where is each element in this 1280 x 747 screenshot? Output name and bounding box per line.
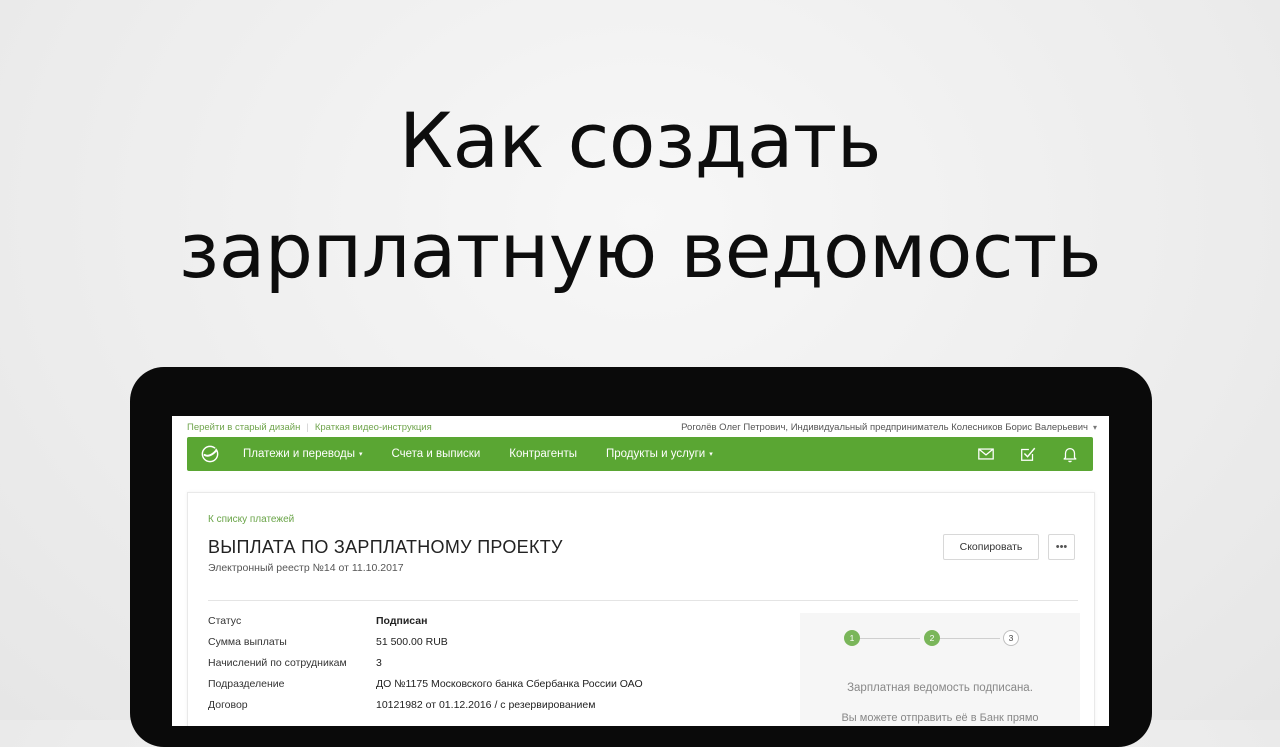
user-name: Роголёв Олег Петрович, Индивидуальный пр… — [681, 421, 1088, 433]
laptop-screen: Перейти в старый дизайн | Краткая видео-… — [172, 416, 1109, 726]
nav-payments[interactable]: Платежи и переводы ▾ — [243, 448, 362, 460]
video-instruction-link[interactable]: Краткая видео-инструкция — [315, 422, 432, 433]
accruals-value: 3 — [376, 657, 382, 669]
detail-row-contract: Договор 10121982 от 01.12.2016 / с резер… — [208, 699, 643, 720]
detail-label: Сумма выплаты — [208, 636, 287, 648]
chevron-down-icon: ▾ — [358, 451, 363, 458]
more-options-button[interactable]: ••• — [1048, 534, 1075, 560]
bell-icon[interactable] — [1061, 445, 1079, 463]
steps-message-more: Вы можете отправить её в Банк прямо — [841, 712, 1039, 724]
detail-label: Подразделение — [208, 678, 285, 690]
detail-label: Начислений по сотрудникам — [208, 657, 347, 669]
steps-card: 1 2 3 Зарплатная ведомость подписана. Вы… — [800, 613, 1080, 726]
top-bar: Перейти в старый дизайн | Краткая видео-… — [187, 419, 1097, 435]
nav-accounts-label: Счета и выписки — [391, 448, 481, 460]
step-2-indicator: 2 — [924, 630, 940, 646]
nav-counterparties-label: Контрагенты — [509, 448, 577, 460]
steps-message: Зарплатная ведомость подписана. — [847, 682, 1033, 694]
back-to-payments-link[interactable]: К списку платежей — [208, 514, 294, 525]
step-connector — [858, 638, 920, 639]
headline: Как создать зарплатную ведомость — [0, 86, 1280, 306]
step-1-indicator: 1 — [844, 630, 860, 646]
mail-icon[interactable] — [977, 445, 995, 463]
payment-panel: К списку платежей ВЫПЛАТА ПО ЗАРПЛАТНОМУ… — [187, 492, 1095, 726]
contract-value: 10121982 от 01.12.2016 / с резервировани… — [376, 699, 596, 711]
page-subtitle: Электронный реестр №14 от 11.10.2017 — [208, 562, 404, 574]
bank-logo-icon[interactable] — [201, 445, 219, 463]
main-navbar: Платежи и переводы ▾ Счета и выписки Кон… — [187, 437, 1093, 471]
nav-products-label: Продукты и услуги — [605, 448, 706, 460]
step-connector — [938, 638, 1000, 639]
detail-row-division: Подразделение ДО №1175 Московского банка… — [208, 678, 643, 699]
status-value: Подписан — [376, 615, 428, 627]
copy-button[interactable]: Скопировать — [943, 534, 1039, 560]
nav-counterparties[interactable]: Контрагенты — [509, 448, 577, 460]
nav-accounts[interactable]: Счета и выписки — [391, 448, 480, 460]
nav-icons — [977, 445, 1079, 463]
divider — [208, 600, 1078, 601]
detail-row-status: Статус Подписан — [208, 615, 643, 636]
nav-payments-label: Платежи и переводы — [243, 448, 355, 460]
old-design-link[interactable]: Перейти в старый дизайн — [187, 422, 300, 433]
detail-row-amount: Сумма выплаты 51 500.00 RUB — [208, 636, 643, 657]
page-title: ВЫПЛАТА ПО ЗАРПЛАТНОМУ ПРОЕКТУ — [208, 537, 563, 557]
step-3-indicator: 3 — [1003, 630, 1019, 646]
headline-line-2: зарплатную ведомость — [178, 206, 1102, 295]
payment-details: Статус Подписан Сумма выплаты 51 500.00 … — [208, 615, 643, 720]
amount-value: 51 500.00 RUB — [376, 636, 448, 648]
headline-line-1: Как создать — [399, 96, 881, 185]
division-value: ДО №1175 Московского банка Сбербанка Рос… — [376, 678, 643, 690]
topbar-separator: | — [306, 421, 309, 433]
detail-label: Договор — [208, 699, 248, 711]
nav-products[interactable]: Продукты и услуги ▾ — [606, 448, 713, 460]
tasks-check-icon[interactable] — [1019, 445, 1037, 463]
chevron-down-icon: ▾ — [709, 451, 713, 458]
detail-row-accruals: Начислений по сотрудникам 3 — [208, 657, 643, 678]
user-menu[interactable]: Роголёв Олег Петрович, Индивидуальный пр… — [681, 422, 1097, 433]
detail-label: Статус — [208, 615, 242, 627]
chevron-down-icon: ▾ — [1092, 422, 1097, 432]
